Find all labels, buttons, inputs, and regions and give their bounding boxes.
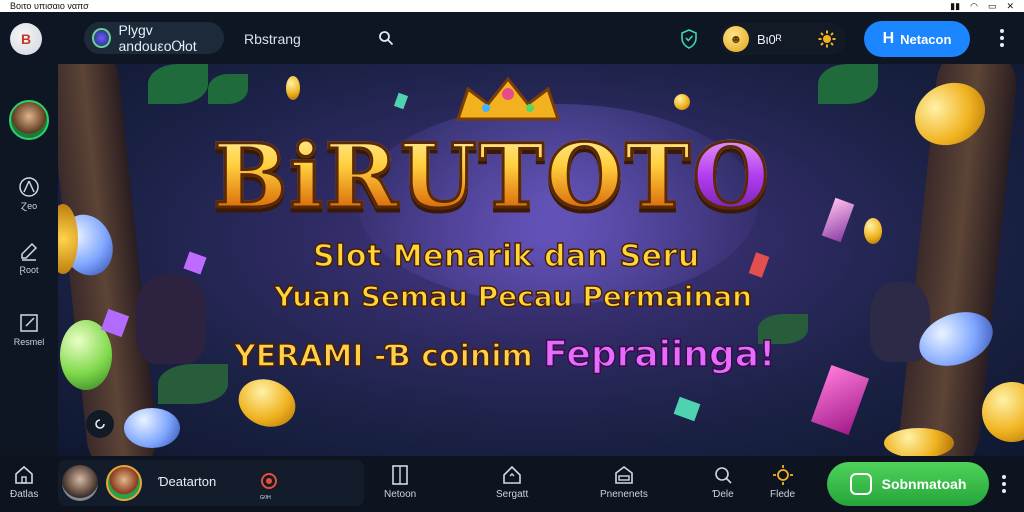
crown-icon (455, 76, 561, 121)
user-name: Ɗeatarton (158, 474, 217, 489)
app-frame: Βοιτο υπισαιο ναπσ ▮▮ ◠ ▭ ✕ B Plygv ando… (0, 0, 1024, 512)
coin-icon: ☻ (723, 26, 749, 52)
profile-avatar[interactable] (9, 100, 49, 140)
login-label: Netacon (900, 31, 952, 47)
bottom-nav: Ɖatlas Ɗeatarton ᴳ⁰ᴴ Netoon Sergatt Pnen… (0, 456, 1024, 512)
nav-item-4[interactable]: Ɗele (712, 464, 734, 500)
more-menu-icon[interactable] (999, 29, 1005, 47)
nav-home[interactable]: Ɖatlas (10, 464, 38, 500)
user-card[interactable]: Ɗeatarton ᴳ⁰ᴴ (58, 460, 364, 506)
balance-pill[interactable]: ☻ Bι0ᴿ (720, 23, 846, 55)
sidebar-item-label: Resmel (13, 337, 45, 347)
gold-coin (864, 218, 882, 244)
friend-avatar[interactable] (106, 465, 142, 501)
wifi-icon: ◠ (970, 0, 978, 11)
close-icon[interactable]: ✕ (1006, 1, 1014, 12)
triangle-icon (19, 177, 39, 197)
leaf (208, 74, 248, 104)
nav-item-5[interactable]: Flede (770, 464, 795, 500)
edit-icon (21, 242, 38, 261)
status-bar: Βοιτο υπισαιο ναπσ ▮▮ ◠ ▭ ✕ (0, 0, 1024, 12)
battery-icon: ▭ (987, 0, 997, 11)
login-button[interactable]: H Netacon (864, 21, 970, 57)
nav-label: Netoon (384, 489, 417, 500)
note-icon (20, 314, 38, 332)
teal-gem (673, 396, 701, 422)
signal-icon: ▮▮ (950, 0, 961, 11)
leaf (148, 64, 208, 104)
teal-gem (393, 92, 409, 110)
user-avatar[interactable] (62, 465, 98, 501)
app-pill-label: Plygv andouεoᎺot (118, 21, 197, 54)
gold-coin (674, 94, 690, 110)
nav-label: Ɗele (712, 489, 734, 500)
nav-item-2[interactable]: Sergatt (496, 464, 528, 500)
banner-line-3: YERAMI -Ɓ coinim Fepraiinga! (233, 333, 777, 376)
banner-line-3b: Fepraiinga! (543, 333, 777, 376)
sidebar-item-label: Ɽoot (19, 265, 39, 275)
nav-link[interactable]: Rbstrang (244, 31, 301, 47)
app-avatar-icon (92, 28, 111, 48)
banner-line-2: Yuan Semau Pecau Permainan (273, 279, 753, 314)
cta-label: Sobnmatoah (881, 476, 967, 492)
purple-gem (183, 251, 207, 275)
sun-icon (772, 465, 793, 485)
login-letter: H (882, 30, 895, 47)
app-logo[interactable]: B (10, 23, 42, 55)
primary-cta-button[interactable]: Sobnmatoah (827, 462, 989, 506)
sidebar-item-3[interactable]: Resmel (0, 312, 58, 347)
pink-gem (821, 197, 855, 243)
nav-item-3[interactable]: Pnenenets (600, 464, 648, 500)
gold-coin (231, 371, 303, 435)
title-last-letter: O (691, 123, 771, 230)
banner-title: BiRUTOTO (211, 123, 771, 230)
record-icon[interactable] (260, 472, 278, 490)
nav-label: Ɖatlas (10, 489, 39, 500)
search-icon[interactable] (378, 30, 394, 46)
gold-coin (982, 382, 1024, 442)
banner-line-1: Slot Menarik dan Seru (312, 238, 700, 275)
left-sidebar: Ɀeo Ɽoot Resmel (0, 64, 58, 456)
creature-left (136, 274, 206, 364)
app-switcher-pill[interactable]: Plygv andouεoᎺot (84, 22, 224, 54)
pink-gem (810, 364, 870, 436)
search-icon (715, 467, 732, 484)
sidebar-item-label: Ɀeo (20, 201, 38, 211)
user-sub: ᴳ⁰ᴴ (260, 494, 271, 503)
leaf (158, 364, 228, 404)
bonus-icon[interactable] (818, 30, 836, 48)
nav-label: Pnenenets (600, 489, 648, 500)
chat-icon (849, 473, 872, 495)
red-gem (748, 252, 770, 278)
house-icon (503, 465, 521, 484)
blue-chip (124, 408, 180, 448)
banner-line-3a: YERAMI -Ɓ coinim (233, 338, 533, 375)
nav-label: Flede (770, 489, 796, 500)
nav-item-1[interactable]: Netoon (384, 464, 416, 500)
title-main: BiRUTOT (211, 123, 693, 230)
shield-icon[interactable] (680, 29, 698, 49)
top-header: B Plygv andouεoᎺot Rbstrang ☻ Bι0ᴿ H Net… (0, 12, 1024, 64)
gold-coin (286, 76, 300, 100)
balance-amount: Bι0ᴿ (757, 31, 782, 47)
gold-coin (884, 428, 954, 456)
status-text: Βοιτο υπισαιο ναπσ (10, 1, 89, 11)
shop-icon (615, 466, 633, 484)
panel-icon (392, 465, 408, 485)
nav-label: Sergatt (496, 489, 529, 500)
bottom-more-icon[interactable] (1001, 475, 1007, 493)
home-icon (15, 465, 33, 484)
hero-banner[interactable]: BiRUTOTO Slot Menarik dan Seru Yuan Sema… (58, 64, 1024, 456)
refresh-icon (95, 419, 105, 429)
status-icons: ▮▮ ◠ ▭ ✕ (950, 1, 1014, 12)
leaf (818, 64, 878, 104)
sidebar-item-2[interactable]: Ɽoot (0, 240, 58, 275)
banner-control-button[interactable] (86, 410, 114, 438)
sidebar-item-1[interactable]: Ɀeo (0, 176, 58, 212)
logo-letter: B (20, 31, 32, 47)
